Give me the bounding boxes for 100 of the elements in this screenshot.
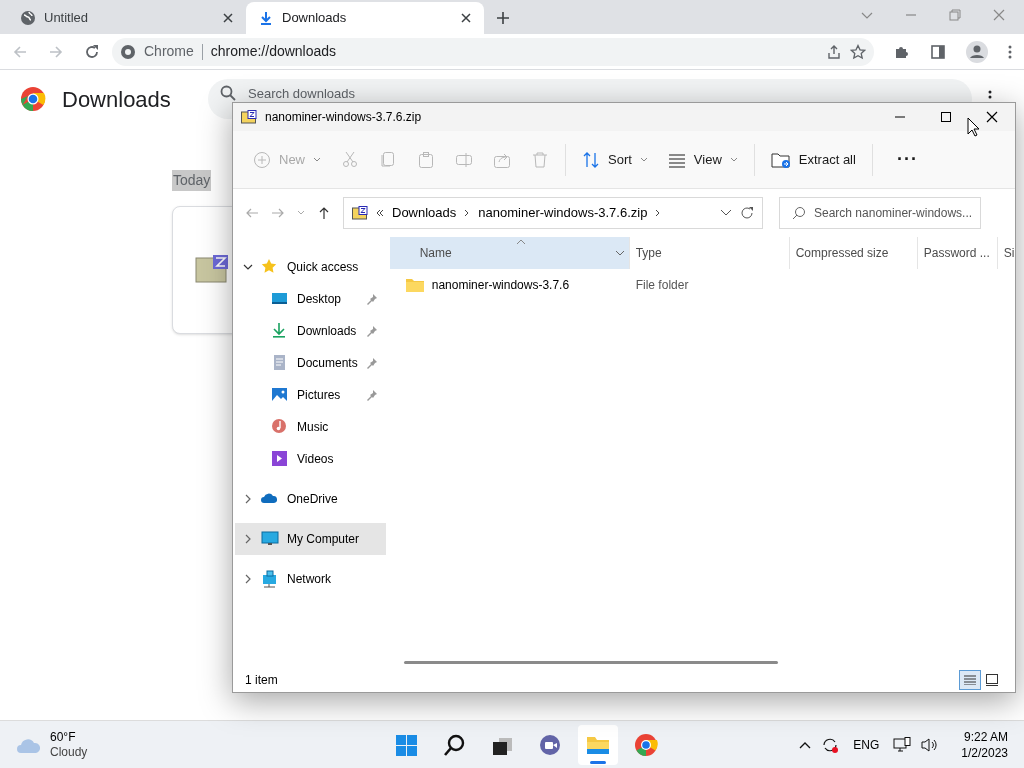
close-icon[interactable] bbox=[222, 12, 234, 24]
windows-logo-icon bbox=[394, 732, 418, 757]
chrome-icon bbox=[120, 43, 136, 60]
search-icon bbox=[792, 206, 806, 220]
monitor-icon bbox=[261, 530, 279, 548]
pin-icon bbox=[365, 293, 378, 305]
column-header[interactable]: Si bbox=[997, 237, 1024, 269]
more-icon[interactable] bbox=[1008, 43, 1012, 60]
double-chevron-icon bbox=[376, 209, 384, 217]
chat-icon bbox=[538, 732, 562, 757]
pin-icon bbox=[365, 357, 378, 369]
copy-icon bbox=[379, 150, 397, 169]
column-header[interactable]: Name bbox=[389, 237, 630, 269]
plus-circle-icon bbox=[253, 150, 271, 169]
search-icon bbox=[442, 732, 466, 757]
scissors-icon bbox=[341, 150, 359, 169]
zip-folder-icon bbox=[241, 110, 257, 124]
address-bar[interactable]: Chrome chrome://downloads bbox=[112, 37, 874, 66]
rename-icon bbox=[455, 150, 473, 169]
temperature-text: 60°F bbox=[50, 729, 77, 745]
volume-icon[interactable] bbox=[921, 736, 940, 753]
chevron-right-icon bbox=[655, 209, 662, 217]
sort-button[interactable]: Sort bbox=[574, 141, 656, 178]
video-icon bbox=[271, 450, 289, 468]
chevron-down-icon[interactable] bbox=[243, 262, 253, 272]
caret-icon bbox=[639, 156, 648, 163]
breadcrumb-item[interactable]: Downloads bbox=[392, 203, 457, 223]
scrollbar[interactable] bbox=[403, 661, 778, 664]
language-indicator[interactable]: ENG bbox=[849, 735, 884, 754]
chrome-logo-icon bbox=[634, 732, 658, 757]
nav-item[interactable]: OneDrive bbox=[235, 483, 386, 515]
column-header[interactable]: Password ... bbox=[917, 237, 998, 269]
weather-text: Cloudy bbox=[50, 744, 88, 760]
nav-item[interactable]: Documents bbox=[235, 347, 386, 379]
up-icon[interactable] bbox=[317, 206, 331, 220]
sort-icon bbox=[582, 150, 600, 169]
folder-icon bbox=[405, 278, 424, 292]
chevron-down-icon[interactable] bbox=[720, 209, 732, 217]
close-icon[interactable] bbox=[984, 110, 1000, 124]
browser-tab[interactable]: Downloads bbox=[246, 2, 484, 34]
tab-title: Untitled bbox=[44, 9, 90, 28]
chevron-right-icon bbox=[464, 209, 471, 217]
caret-icon bbox=[313, 156, 321, 163]
search-placeholder: Search nanominer-windows... bbox=[814, 205, 973, 222]
breadcrumb-item[interactable]: nanominer-windows-3.7.6.zip bbox=[478, 203, 648, 223]
trash-icon bbox=[531, 150, 549, 169]
chrome-logo-icon bbox=[20, 86, 46, 112]
network-icon bbox=[261, 570, 279, 588]
tiles-icon bbox=[986, 674, 998, 686]
pin-icon bbox=[365, 389, 378, 401]
nav-item[interactable]: My Computer bbox=[235, 523, 386, 555]
chevron-right-icon[interactable] bbox=[243, 494, 253, 504]
clock-time[interactable]: 9:22 AM bbox=[963, 728, 1008, 745]
list-icon bbox=[964, 675, 976, 685]
chevron-up-icon[interactable] bbox=[799, 740, 812, 749]
view-button[interactable]: View bbox=[659, 141, 746, 178]
tab-title: Downloads bbox=[282, 9, 348, 28]
nav-item[interactable]: Music bbox=[235, 411, 386, 443]
status-text: 1 item bbox=[245, 672, 279, 689]
column-header[interactable]: Type bbox=[629, 237, 790, 269]
address-bar[interactable]: Downloads nanominer-windows-3.7.6.zip bbox=[343, 197, 763, 229]
maximize-icon[interactable] bbox=[938, 110, 954, 124]
chevron-right-icon[interactable] bbox=[243, 534, 253, 544]
music-note-icon bbox=[271, 418, 289, 436]
search-field[interactable]: Search nanominer-windows... bbox=[779, 197, 981, 229]
folder-extract-icon bbox=[770, 150, 791, 169]
file-type-cell-text: File folder bbox=[634, 277, 689, 294]
profile-icon[interactable] bbox=[966, 40, 988, 63]
close-icon[interactable] bbox=[460, 12, 472, 24]
nav-item[interactable]: Pictures bbox=[235, 379, 386, 411]
reload-icon[interactable] bbox=[84, 43, 100, 60]
nav-item[interactable]: Downloads bbox=[235, 315, 386, 347]
nav-item[interactable]: Desktop bbox=[235, 283, 386, 315]
star-icon[interactable] bbox=[850, 43, 866, 60]
side-panel-icon[interactable] bbox=[930, 43, 946, 60]
nav-item[interactable]: Network bbox=[235, 563, 386, 595]
globe-icon bbox=[20, 10, 36, 26]
zip-folder-icon bbox=[352, 206, 368, 220]
more-icon[interactable] bbox=[988, 90, 992, 99]
refresh-icon[interactable] bbox=[740, 206, 754, 220]
file-name-cell[interactable]: nanominer-windows-3.7.6 bbox=[389, 276, 630, 294]
nav-item[interactable]: Quick access bbox=[235, 251, 386, 283]
new-tab-icon[interactable] bbox=[496, 11, 510, 25]
more-button[interactable]: ··· bbox=[880, 141, 934, 178]
extract-button[interactable]: Extract all bbox=[762, 141, 864, 178]
search-placeholder: Search downloads bbox=[248, 85, 355, 101]
url-text: chrome://downloads bbox=[210, 42, 338, 61]
nav-item[interactable]: Videos bbox=[235, 443, 386, 475]
page-title: Downloads bbox=[62, 85, 172, 114]
network-icon[interactable] bbox=[893, 736, 912, 753]
chevron-right-icon[interactable] bbox=[243, 574, 253, 584]
column-header[interactable]: Compressed size bbox=[789, 237, 918, 269]
download-icon bbox=[258, 10, 274, 26]
date-label: Today bbox=[172, 170, 212, 191]
search-icon bbox=[220, 85, 236, 101]
zip-file-icon bbox=[195, 254, 229, 284]
clock-date[interactable]: 1/2/2023 bbox=[961, 744, 1008, 761]
site-label: Chrome bbox=[144, 42, 194, 61]
clipboard-icon bbox=[417, 150, 435, 169]
share-icon[interactable] bbox=[826, 43, 842, 60]
